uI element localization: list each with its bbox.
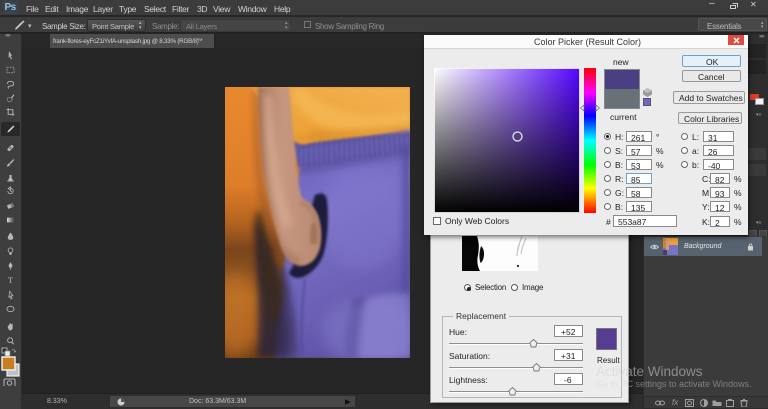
svg-text:T: T <box>8 275 14 285</box>
